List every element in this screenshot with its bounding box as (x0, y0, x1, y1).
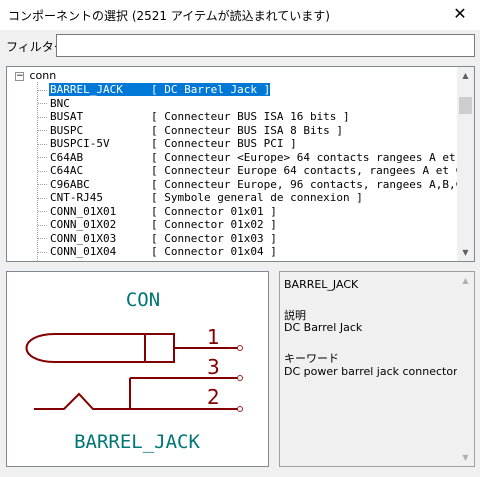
tree-branch-line (38, 116, 47, 118)
tree-item-desc: [ Connector 01x04 ] (151, 245, 277, 258)
tree-item-name: CONN_01X03 (50, 231, 117, 245)
tree-scrollbar[interactable]: ▲ ▼ (457, 67, 474, 261)
tree-branch-line (38, 224, 47, 226)
tree-item-name: CONN_01X02 (50, 218, 117, 231)
tree-item[interactable]: BUSPCI-5V [ Connecteur BUS PCI ] (38, 137, 297, 150)
tree-branch-line (38, 211, 47, 212)
collapse-icon[interactable]: − (15, 71, 24, 81)
tree-item-name: CONN_01X04 (50, 245, 117, 258)
title-bar: コンポーネントの選択 (2521 アイテムが読込まれています) ✕ (0, 0, 480, 30)
tree-branch-line (38, 143, 47, 145)
tree-item-desc: [ Connector 01x02 ] (151, 218, 277, 231)
pin-number-3: 3 (207, 355, 220, 379)
tree-item-desc: [ Connecteur <Europe> 64 contacts rangee… (151, 150, 475, 164)
tree-item-desc: [ Connector 01x01 ] (151, 204, 277, 218)
tree-item[interactable]: BUSAT [ Connecteur BUS ISA 16 bits ] (38, 110, 350, 123)
scroll-up-icon[interactable]: ▲ (457, 67, 474, 84)
symbol-preview: CON BARREL_JACK 1 3 2 (6, 271, 269, 467)
tree-item-desc: [ Connecteur BUS ISA 8 Bits ] (151, 123, 344, 137)
info-name: BARREL_JACK (284, 278, 359, 291)
tree-item-name: C64AC (50, 164, 84, 177)
tree-root-conn[interactable]: − conn (15, 69, 56, 82)
tree-item-name: C64AB (50, 150, 84, 164)
scroll-down-icon[interactable]: ▼ (457, 244, 474, 261)
info-scroll-up-icon[interactable]: ▲ (457, 272, 474, 289)
info-scrollbar[interactable]: ▲ ▼ (457, 272, 474, 466)
tree-item[interactable]: BARREL_JACK[ DC Barrel Jack ] (38, 83, 271, 96)
symbol-reference: CON (126, 289, 160, 311)
tree-item-name: BNC (50, 96, 70, 110)
tree-item[interactable]: CONN_01X03 [ Connector 01x03 ] (38, 232, 277, 245)
info-desc: DC Barrel Jack (284, 321, 363, 334)
info-keywords: DC power barrel jack connector (284, 365, 458, 378)
tree-item-name: C96ABC (50, 177, 90, 191)
info-scroll-down-icon[interactable]: ▼ (457, 449, 474, 466)
tree-branch-line (38, 251, 47, 253)
tree-item-desc: [ Connector 01x03 ] (151, 231, 277, 245)
tree-item-desc: [ Connecteur BUS PCI ] (151, 137, 297, 150)
symbol-value: BARREL_JACK (74, 431, 200, 453)
tree-item-desc: [ Connecteur Europe, 96 contacts, rangee… (151, 177, 475, 191)
tree-item[interactable]: BNC (38, 97, 151, 110)
filter-input[interactable] (56, 34, 475, 57)
tree-item[interactable]: C64AC [ Connecteur Europe 64 contacts, ra… (38, 164, 475, 177)
tree-item-desc: [ Connecteur Europe 64 contacts, rangees… (151, 164, 475, 177)
tree-branch-line (38, 103, 47, 104)
tree-branch-line (38, 89, 47, 91)
tree-item[interactable]: BUSPC [ Connecteur BUS ISA 8 Bits ] (38, 124, 343, 137)
scroll-thumb[interactable] (459, 97, 472, 114)
component-info-panel: BARREL_JACK 説明 DC Barrel Jack キーワード DC p… (279, 271, 475, 467)
tree-item-desc: [ Symbole general de connexion ] (151, 191, 363, 204)
tree-item-name: CNT-RJ45 (50, 191, 103, 204)
pin-number-2: 2 (207, 385, 220, 409)
tree-branch-line (38, 170, 47, 172)
tree-content: − conn BARREL_JACK[ DC Barrel Jack ] BNC B… (7, 67, 474, 261)
tree-item-name: BARREL_JACK (49, 83, 151, 96)
tree-item-desc: [ DC Barrel Jack ] (151, 83, 271, 96)
tree-branch-line (38, 157, 47, 158)
tree-item-name: CONN_01X01 (50, 204, 117, 218)
tree-item-name: BUSPC (50, 123, 84, 137)
component-tree[interactable]: − conn BARREL_JACK[ DC Barrel Jack ] BNC B… (6, 66, 475, 262)
pin-number-1: 1 (207, 325, 220, 349)
tree-branch-line (38, 130, 47, 131)
tree-item[interactable]: C96ABC [ Connecteur Europe, 96 contacts, … (38, 177, 475, 191)
tree-branch-line (38, 197, 47, 199)
tree-item[interactable]: CONN_01X02 [ Connector 01x02 ] (38, 218, 277, 231)
tree-item[interactable]: C64AB [ Connecteur <Europe> 64 contacts r… (38, 150, 475, 164)
tree-item-name: BUSPCI-5V (50, 137, 110, 150)
tree-item[interactable]: CONN_01X01 [ Connector 01x01 ] (38, 205, 277, 218)
tree-item-name: BUSAT (50, 110, 84, 123)
info-keywords-heading: キーワード (284, 352, 339, 365)
close-icon[interactable]: ✕ (440, 0, 480, 30)
tree-root-label: conn (29, 69, 57, 82)
tree-item[interactable]: CONN_01X04 [ Connector 01x04 ] (38, 245, 277, 258)
tree-branch-line (38, 238, 47, 239)
window-title: コンポーネントの選択 (2521 アイテムが読込まれています) (8, 9, 330, 23)
barrel-jack-symbol: CON BARREL_JACK 1 3 2 (25, 289, 243, 453)
tree-item-desc: [ Connecteur BUS ISA 16 bits ] (151, 110, 350, 123)
tree-item[interactable]: CNT-RJ45 [ Symbole general de connexion ] (38, 191, 363, 204)
tree-branch-line (38, 184, 47, 185)
